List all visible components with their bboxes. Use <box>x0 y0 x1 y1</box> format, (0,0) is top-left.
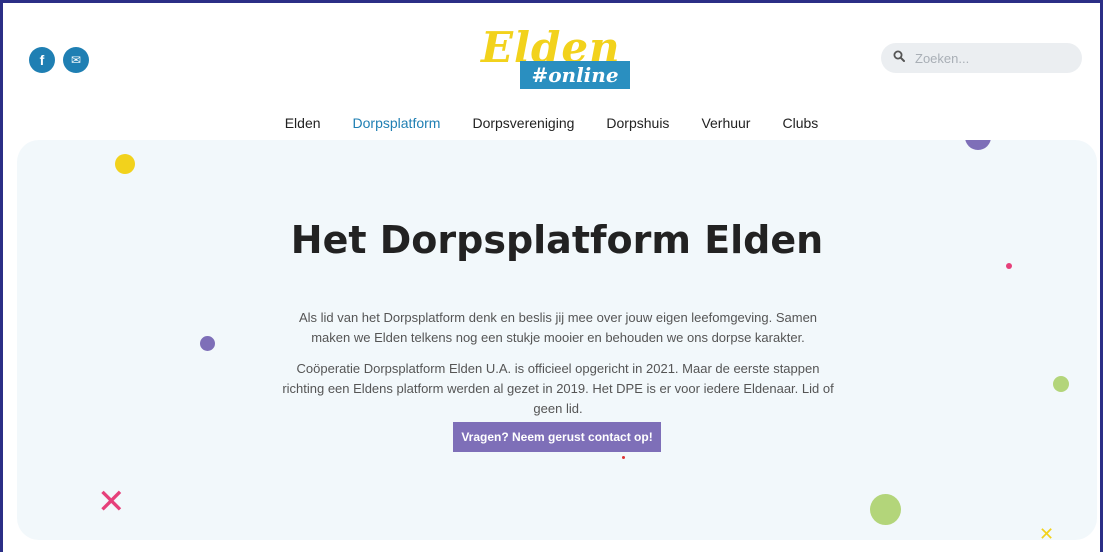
search-icon <box>893 49 905 67</box>
decor-dot-red <box>622 456 625 459</box>
mail-icon: ✉ <box>70 53 82 67</box>
facebook-icon: f <box>39 52 45 68</box>
facebook-button[interactable]: f <box>29 47 55 73</box>
nav-item-dorpsplatform[interactable]: Dorpsplatform <box>336 115 457 145</box>
decor-dot-purple <box>200 336 215 351</box>
nav-item-dorpsvereniging[interactable]: Dorpsvereniging <box>456 115 590 131</box>
decor-dot-green-bottom <box>870 494 901 525</box>
page-title: Het Dorpsplatform Elden <box>290 218 824 262</box>
search-box[interactable] <box>881 43 1082 73</box>
search-input[interactable] <box>913 49 1067 67</box>
hero-section: ✕ ✕ Het Dorpsplatform Elden Als lid van … <box>17 140 1097 540</box>
nav-item-dorpshuis[interactable]: Dorpshuis <box>590 115 685 131</box>
main-nav: Elden Dorpsplatform Dorpsvereniging Dorp… <box>3 115 1100 145</box>
decor-dot-yellow <box>115 154 135 174</box>
intro-paragraph-1: Als lid van het Dorpsplatform denk en be… <box>298 310 818 345</box>
contact-button[interactable]: Vragen? Neem gerust contact op! <box>453 422 661 452</box>
decor-cross-pink: ✕ <box>97 482 126 522</box>
decor-dot-purple-top <box>965 140 991 150</box>
decor-dot-green-right <box>1053 376 1069 392</box>
intro-paragraph-2: Coöperatie Dorpsplatform Elden U.A. is o… <box>282 361 834 416</box>
nav-item-elden[interactable]: Elden <box>269 115 337 131</box>
decor-dot-pink <box>1006 263 1012 269</box>
page: f ✉ Elden #online Elden Dorpsplatform Do… <box>3 3 1100 552</box>
logo-tag: #online <box>520 61 630 89</box>
nav-item-clubs[interactable]: Clubs <box>766 115 834 131</box>
nav-item-verhuur[interactable]: Verhuur <box>685 115 766 131</box>
site-logo[interactable]: Elden #online <box>479 23 639 95</box>
mail-button[interactable]: ✉ <box>63 47 89 73</box>
social-links: f ✉ <box>29 47 89 73</box>
decor-cross-yellow: ✕ <box>1039 524 1055 540</box>
